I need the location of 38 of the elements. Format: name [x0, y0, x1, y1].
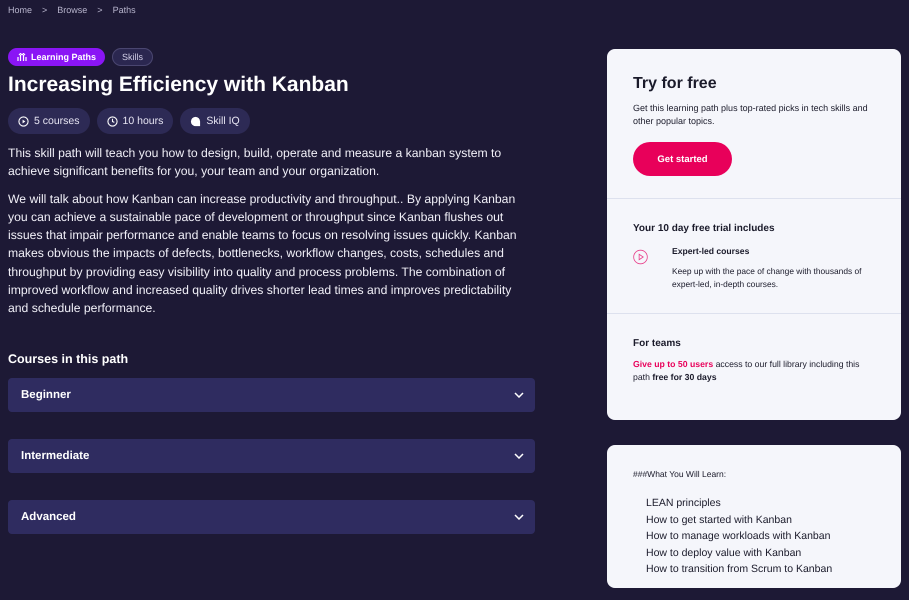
- stat-chip: Skill IQ: [180, 108, 250, 134]
- chevron-icon: [514, 514, 524, 520]
- feature-title: Expert-led courses: [672, 246, 750, 256]
- play-icon: [18, 116, 29, 126]
- get-started-button[interactable]: Get started: [633, 142, 732, 176]
- chevron-icon: [514, 392, 524, 398]
- clock-icon: [106, 116, 118, 126]
- level-accordion[interactable]: Beginner: [8, 378, 535, 412]
- path-icon: [17, 52, 27, 62]
- chevron-icon: [514, 452, 524, 459]
- learn-item: How to deploy value with Kanban: [645, 546, 802, 561]
- learn-item: How to transition from Scrum to Kanban: [645, 562, 834, 578]
- learn-item: How to get started with Kanban: [645, 512, 793, 528]
- learn-heading: ###What You Will Learn:: [633, 469, 728, 479]
- card-text: Get this learning path plus top-rated picks in tech skills and other popular topics.: [633, 102, 869, 128]
- breadcrumb-link[interactable]: Paths: [112, 5, 136, 29]
- tag: Skills: [112, 48, 154, 66]
- level-accordion[interactable]: Advanced: [8, 500, 535, 534]
- description-paragraph: We will talk about how Kanban can increase productivity and throughput.. By applying Kanban you can achieve a sustainable pace of development or throughput since Kanban flushes out issues that impair performance and enable teams to focus on resolving issues quickly. Kanban makes obvious the impacts of defects, bottlenecks, workflow changes, costs, schedules and throughput by providing easy visibility into quality and process problems. The combination of improved workflow and increased quality drives shorter lead times and improves predictability and schedule performance.: [8, 190, 518, 318]
- learn-item: LEAN principles: [645, 496, 722, 511]
- skill-iq-icon: [190, 116, 202, 126]
- section-heading: Courses in this path: [8, 352, 130, 366]
- section-heading: Your 10 day free trial includes: [633, 223, 776, 234]
- learn-item: How to manage workloads with Kanban: [645, 529, 832, 544]
- stat-chip: 5 courses: [8, 108, 90, 134]
- breadcrumb-link[interactable]: Home: [8, 5, 32, 29]
- level-accordion[interactable]: Intermediate: [8, 438, 535, 473]
- section-heading: For teams: [633, 338, 682, 349]
- breadcrumb-separator: >: [97, 5, 103, 17]
- page-title: Increasing Efficiency with Kanban: [8, 73, 350, 97]
- breadcrumb-separator: >: [42, 5, 48, 17]
- stat-chip: 10 hours: [96, 108, 174, 134]
- feature-text: Keep up with the pace of change with thousands of expert-led, in-depth courses.: [672, 265, 862, 291]
- tag: Learning Paths: [8, 48, 106, 66]
- card-title: Try for free: [633, 75, 718, 93]
- breadcrumb-link[interactable]: Browse: [57, 5, 88, 29]
- teams-text: Give up to 50 users access to our full library including this path free for 30 days: [633, 358, 860, 384]
- description-paragraph: This skill path will teach you how to design, build, operate and measure a kanban system to achieve significant benefits for you, your team and your organization.: [8, 145, 502, 180]
